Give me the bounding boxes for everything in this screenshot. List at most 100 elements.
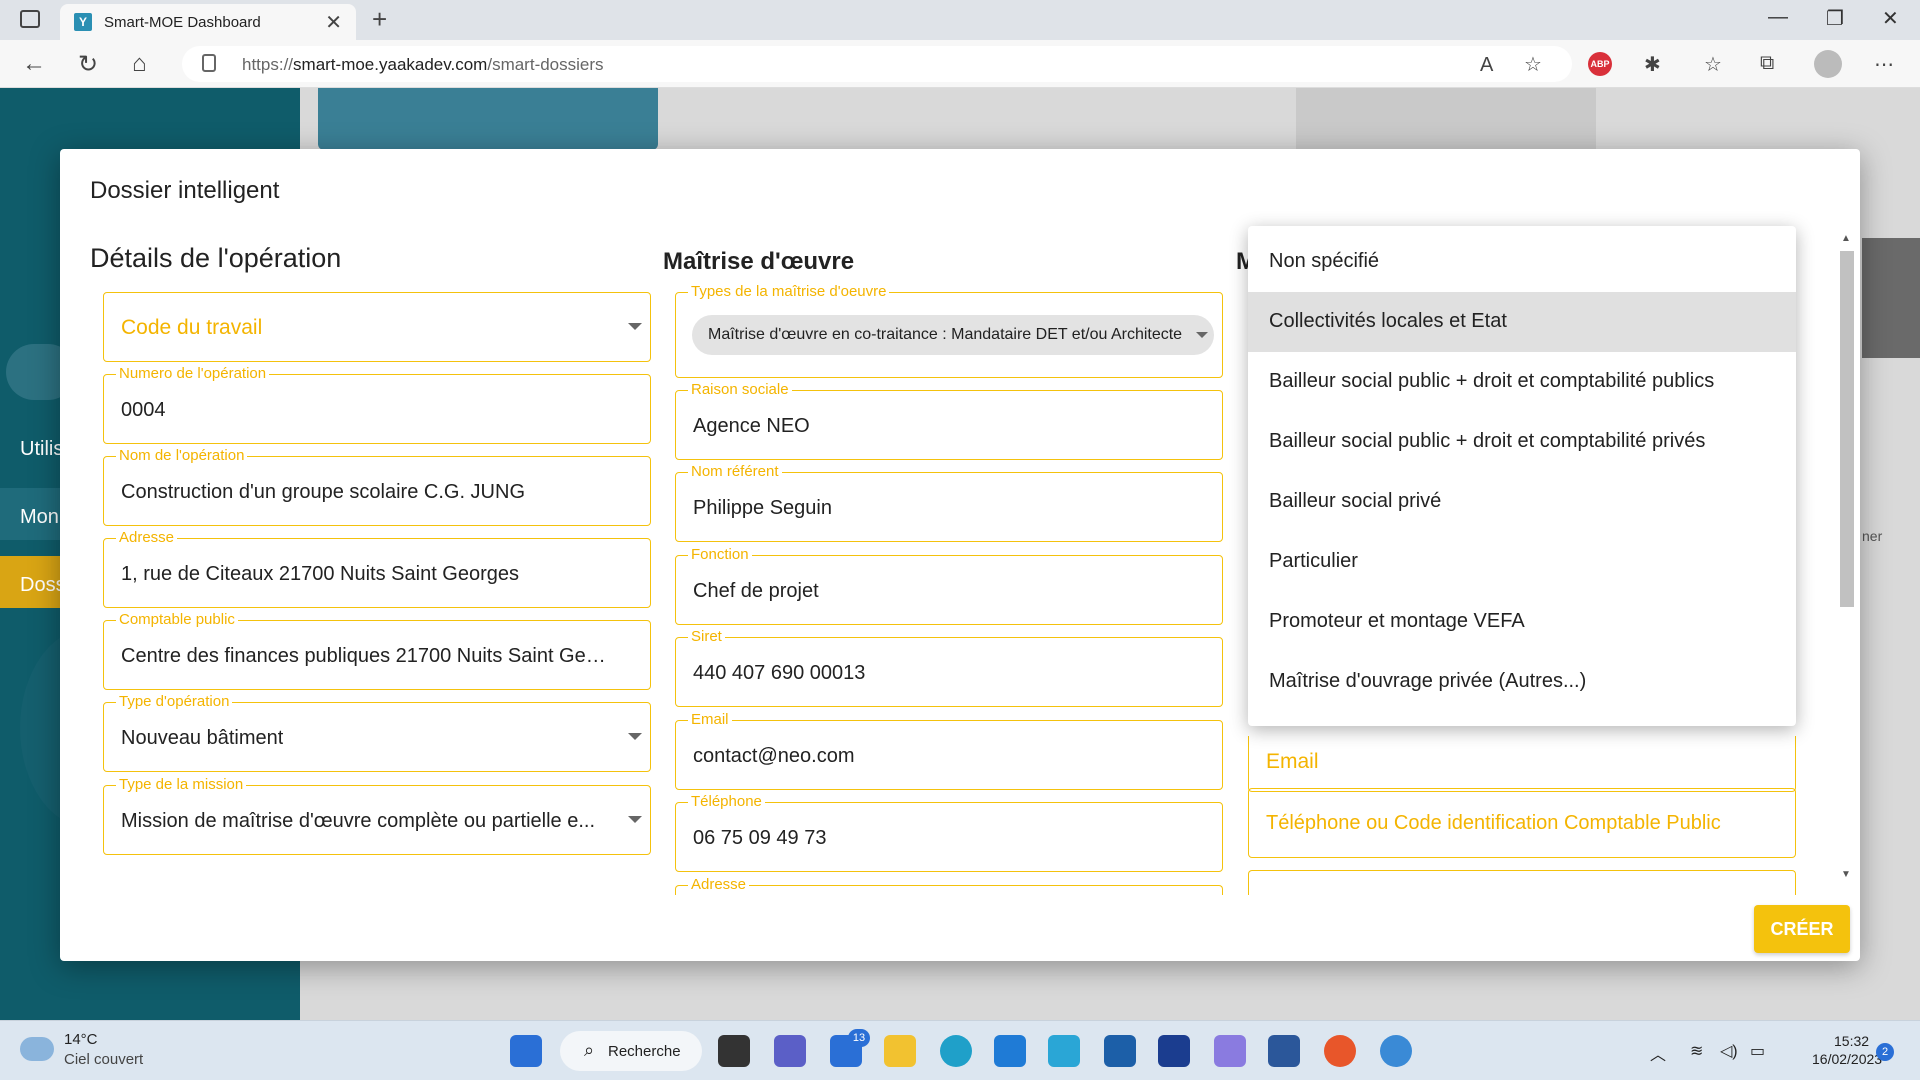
battery-icon[interactable]: ▭ (1750, 1041, 1765, 1061)
sidebar-item-utilisateurs[interactable]: Utilis (0, 420, 63, 472)
comptable-public-field[interactable]: Comptable public Centre des finances pub… (103, 611, 651, 690)
favorites-icon[interactable]: ☆ (1704, 52, 1722, 77)
scroll-up-icon[interactable]: ▲ (1841, 233, 1851, 244)
app-globe-icon[interactable] (1380, 1035, 1412, 1067)
col-moe-title: Maîtrise d'œuvre (663, 248, 855, 275)
nom-operation-field[interactable]: Nom de l'opération Construction d'un gro… (103, 447, 651, 526)
raison-sociale-field[interactable]: Raison sociale Agence NEO (675, 381, 1223, 460)
refresh-icon[interactable]: ↻ (78, 50, 98, 79)
sidebar-toggle-icon[interactable] (20, 10, 40, 28)
clock-time[interactable]: 15:32 (1834, 1033, 1869, 1049)
field-value: 0004 (121, 399, 166, 421)
adresse-moe-field[interactable]: Adresse (675, 876, 1223, 895)
field-label: Types de la maîtrise d'oeuvre (688, 283, 890, 300)
scroll-thumb[interactable] (1840, 251, 1854, 607)
scroll-down-icon[interactable]: ▼ (1841, 869, 1851, 880)
clock-date[interactable]: 16/02/2023 (1812, 1051, 1882, 1067)
app-loop-icon[interactable] (1048, 1035, 1080, 1067)
create-button[interactable]: CRÉER (1754, 905, 1850, 953)
type-mission-select[interactable]: Type de la mission Mission de maîtrise d… (103, 776, 651, 855)
firefox-icon[interactable] (1324, 1035, 1356, 1067)
field-value: Centre des finances publiques 21700 Nuit… (121, 645, 606, 667)
volume-icon[interactable]: ◁) (1720, 1041, 1738, 1061)
notification-badge[interactable]: 2 (1876, 1043, 1894, 1061)
collections-icon[interactable]: ⧉ (1760, 52, 1774, 75)
maximize-icon[interactable]: ❐ (1826, 6, 1844, 31)
sidebar-item-mon[interactable]: Mon (0, 488, 60, 540)
dropdown-option[interactable]: Non spécifié (1248, 232, 1796, 292)
dropdown-option[interactable]: Bailleur social public + droit et compta… (1248, 352, 1796, 412)
read-aloud-icon[interactable]: A (1480, 54, 1493, 77)
chevron-down-icon (628, 733, 642, 740)
modal-scrollbar[interactable]: ▲ ▼ (1838, 233, 1854, 883)
weather-cloud-icon[interactable] (20, 1037, 54, 1061)
weather-description: Ciel couvert (64, 1051, 144, 1068)
dropdown-option-selected[interactable]: Collectivités locales et Etat (1248, 292, 1796, 352)
numero-operation-field[interactable]: Numero de l'opération 0004 (103, 365, 651, 444)
adresse-field[interactable]: Adresse 1, rue de Citeaux 21700 Nuits Sa… (103, 529, 651, 608)
start-icon[interactable] (510, 1035, 542, 1067)
email-field[interactable]: Email contact@neo.com (675, 711, 1223, 790)
back-icon[interactable]: ← (22, 50, 46, 78)
code-travail-select[interactable]: Code du travail (103, 292, 651, 362)
minimize-icon[interactable]: — (1768, 6, 1788, 29)
store-icon[interactable] (1104, 1035, 1136, 1067)
field-label: Téléphone (688, 793, 765, 810)
field-label: Siret (688, 628, 725, 645)
dropdown-option[interactable]: Bailleur social privé (1248, 472, 1796, 532)
field-label: Type de la mission (116, 776, 247, 793)
field-value: Chef de projet (693, 580, 819, 602)
type-operation-select[interactable]: Type d'opération Nouveau bâtiment (103, 693, 651, 772)
mail-icon[interactable] (994, 1035, 1026, 1067)
moa-telephone-field[interactable]: Téléphone ou Code identification Comptab… (1248, 788, 1796, 858)
word-icon[interactable] (1268, 1035, 1300, 1067)
moe-type-chip[interactable]: Maîtrise d'œuvre en co-traitance : Manda… (692, 315, 1214, 355)
dropdown-option[interactable]: Promoteur et montage VEFA (1248, 592, 1796, 652)
field-label: Raison sociale (688, 381, 792, 398)
teams-icon[interactable] (774, 1035, 806, 1067)
file-explorer-icon[interactable] (884, 1035, 916, 1067)
moa-email-field[interactable]: Email (1248, 736, 1796, 792)
field-label: Comptable public (116, 611, 238, 628)
sidebar-item-dossiers[interactable]: Doss (0, 556, 66, 608)
copilot-icon[interactable] (1214, 1035, 1246, 1067)
types-moe-select[interactable]: Types de la maîtrise d'oeuvre Maîtrise d… (675, 283, 1223, 378)
field-value: Nouveau bâtiment (121, 727, 284, 749)
siret-field[interactable]: Siret 440 407 690 00013 (675, 628, 1223, 707)
telephone-field[interactable]: Téléphone 06 75 09 49 73 (675, 793, 1223, 872)
app-b-icon[interactable] (1158, 1035, 1190, 1067)
dossier-modal: Dossier intelligent Détails de l'opérati… (60, 149, 1860, 961)
field-label: Nom référent (688, 463, 782, 480)
adblock-icon[interactable]: ABP (1588, 52, 1612, 76)
scroll-clip (1240, 895, 1800, 915)
window-close-icon[interactable]: ✕ (1882, 6, 1899, 31)
home-icon[interactable]: ⌂ (132, 50, 147, 78)
modal-title: Dossier intelligent (90, 177, 280, 204)
windows-taskbar: 14°C Ciel couvert ⌕ Recherche 13 ︿ ≋ ◁) … (0, 1020, 1920, 1080)
field-value: Mission de maîtrise d'œuvre complète ou … (121, 810, 596, 832)
page-right-text: ner (1862, 528, 1883, 544)
task-view-icon[interactable] (718, 1035, 750, 1067)
profile-avatar[interactable] (1814, 50, 1842, 78)
browser-tab[interactable]: Y Smart-MOE Dashboard ✕ (60, 4, 356, 40)
telephone-placeholder: Téléphone ou Code identification Comptab… (1266, 812, 1721, 834)
field-value: Construction d'un groupe scolaire C.G. J… (121, 481, 525, 503)
edge-icon[interactable] (940, 1035, 972, 1067)
nom-referent-field[interactable]: Nom référent Philippe Seguin (675, 463, 1223, 542)
extensions-icon[interactable]: ✱ (1644, 52, 1661, 77)
close-tab-icon[interactable]: ✕ (325, 10, 342, 35)
wifi-icon[interactable]: ≋ (1690, 1041, 1703, 1061)
url-field[interactable]: https://smart-moe.yaakadev.com/smart-dos… (182, 46, 1572, 82)
field-value: 06 75 09 49 73 (693, 827, 827, 849)
menu-dots-icon[interactable]: ⋯ (1874, 52, 1894, 77)
new-tab-icon[interactable]: + (372, 4, 387, 35)
favorite-add-icon[interactable]: ☆ (1524, 52, 1542, 77)
taskbar-search[interactable]: ⌕ Recherche (560, 1031, 702, 1071)
dropdown-option[interactable]: Bailleur social public + droit et compta… (1248, 412, 1796, 472)
dropdown-option[interactable]: Particulier (1248, 532, 1796, 592)
dropdown-option[interactable]: Maîtrise d'ouvrage privée (Autres...) (1248, 652, 1796, 712)
col-operation-title: Détails de l'opération (90, 243, 342, 273)
tray-chevron-icon[interactable]: ︿ (1650, 1041, 1666, 1065)
fonction-field[interactable]: Fonction Chef de projet (675, 546, 1223, 625)
field-label: Type d'opération (116, 693, 233, 710)
